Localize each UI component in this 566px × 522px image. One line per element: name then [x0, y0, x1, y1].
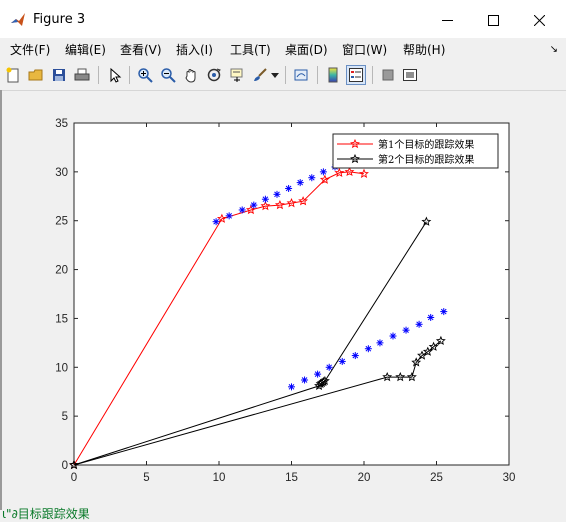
y-tick-label: 20: [55, 265, 68, 277]
data-point: [250, 201, 258, 209]
title-bar: Figure 3: [0, 0, 566, 38]
data-point: [238, 206, 246, 214]
y-tick-label: 10: [55, 362, 68, 374]
data-point: [389, 332, 397, 340]
figure-canvas[interactable]: 0 5 10 15 20 25 30 0 5 10 15 20 25 30 35 第1个目标的跟踪效果第2个目…: [0, 90, 566, 505]
toolbar-separator: [98, 66, 99, 84]
toolbar-separator: [372, 66, 373, 84]
background-status-text: ι"∂目标跟踪效果: [2, 507, 90, 521]
rotate-icon[interactable]: [205, 66, 223, 84]
legend-label: 第1个目标的跟踪效果: [378, 138, 474, 151]
maximize-icon: [487, 14, 499, 26]
data-point: [308, 174, 316, 182]
menu-tools[interactable]: 工具(T): [230, 41, 271, 58]
y-tick-label: 30: [55, 167, 68, 179]
matlab-icon: [11, 13, 25, 26]
show-plot-tools-icon[interactable]: [401, 66, 419, 84]
data-point: [364, 345, 372, 353]
data-point: [212, 218, 220, 226]
legend-label: 第2个目标的跟踪效果: [378, 153, 474, 166]
y-tick-label: 15: [55, 313, 68, 325]
data-point: [325, 363, 333, 371]
data-point: [261, 195, 269, 203]
data-point: [351, 352, 359, 360]
y-tick-label: 25: [55, 216, 68, 228]
minimize-icon: [441, 19, 453, 21]
data-point: [225, 212, 233, 220]
maximize-button[interactable]: [470, 6, 516, 34]
menu-insert[interactable]: 插入(I): [176, 41, 213, 58]
data-cursor-icon[interactable]: [228, 66, 246, 84]
menu-edit[interactable]: 编辑(E): [65, 41, 106, 58]
window-title: Figure 3: [33, 12, 86, 27]
data-point: [273, 190, 281, 198]
x-tick-label: 20: [358, 472, 371, 484]
menu-view[interactable]: 查看(V): [120, 41, 162, 58]
x-tick-label: 25: [430, 472, 443, 484]
y-tick-label: 35: [55, 118, 68, 130]
brush-dropdown-icon[interactable]: [270, 66, 280, 84]
menu-file[interactable]: 文件(F): [10, 41, 50, 58]
x-tick-label: 30: [503, 472, 516, 484]
toolbar-separator: [129, 66, 130, 84]
new-figure-icon[interactable]: [4, 66, 22, 84]
minimize-button[interactable]: [424, 6, 470, 34]
menu-desktop[interactable]: 桌面(D): [285, 41, 328, 58]
data-point: [296, 179, 304, 187]
axes-box: [73, 122, 510, 466]
data-point: [402, 326, 410, 334]
menu-help[interactable]: 帮助(H): [403, 41, 445, 58]
legend-icon[interactable]: [346, 65, 366, 85]
brush-icon[interactable]: [251, 66, 269, 84]
print-icon[interactable]: [73, 66, 91, 84]
close-button[interactable]: [516, 6, 562, 34]
data-point: [338, 357, 346, 365]
y-tick-label: 0: [62, 460, 68, 472]
x-tick-label: 0: [71, 472, 77, 484]
x-tick-label: 10: [213, 472, 226, 484]
data-point: [415, 320, 423, 328]
data-point: [376, 339, 384, 347]
zoom-in-icon[interactable]: [136, 66, 154, 84]
data-point: [288, 383, 295, 391]
menu-window[interactable]: 窗口(W): [342, 41, 387, 58]
data-point: [440, 308, 448, 316]
x-tick-label: 5: [143, 472, 149, 484]
data-point: [301, 376, 309, 384]
y-tick-label: 5: [62, 411, 68, 423]
menu-bar: 文件(F) 编辑(E) 查看(V) 插入(I) 工具(T) 桌面(D) 窗口(W…: [0, 38, 566, 60]
toolbar-separator: [317, 66, 318, 84]
dock-arrow-icon[interactable]: ↘: [550, 44, 558, 55]
data-point: [285, 184, 293, 192]
hide-plot-tools-icon[interactable]: [379, 66, 397, 84]
pointer-icon[interactable]: [106, 66, 124, 84]
link-plot-icon[interactable]: [292, 66, 310, 84]
close-icon: [533, 14, 545, 26]
zoom-out-icon[interactable]: [159, 66, 177, 84]
pan-icon[interactable]: [182, 66, 200, 84]
data-point: [319, 168, 327, 176]
figure-toolbar: [0, 60, 566, 91]
data-point: [427, 313, 435, 321]
x-tick-label: 15: [285, 472, 298, 484]
open-icon[interactable]: [27, 66, 45, 84]
save-icon[interactable]: [50, 66, 68, 84]
colorbar-icon[interactable]: [324, 66, 342, 84]
data-point: [314, 370, 322, 378]
toolbar-separator: [285, 66, 286, 84]
